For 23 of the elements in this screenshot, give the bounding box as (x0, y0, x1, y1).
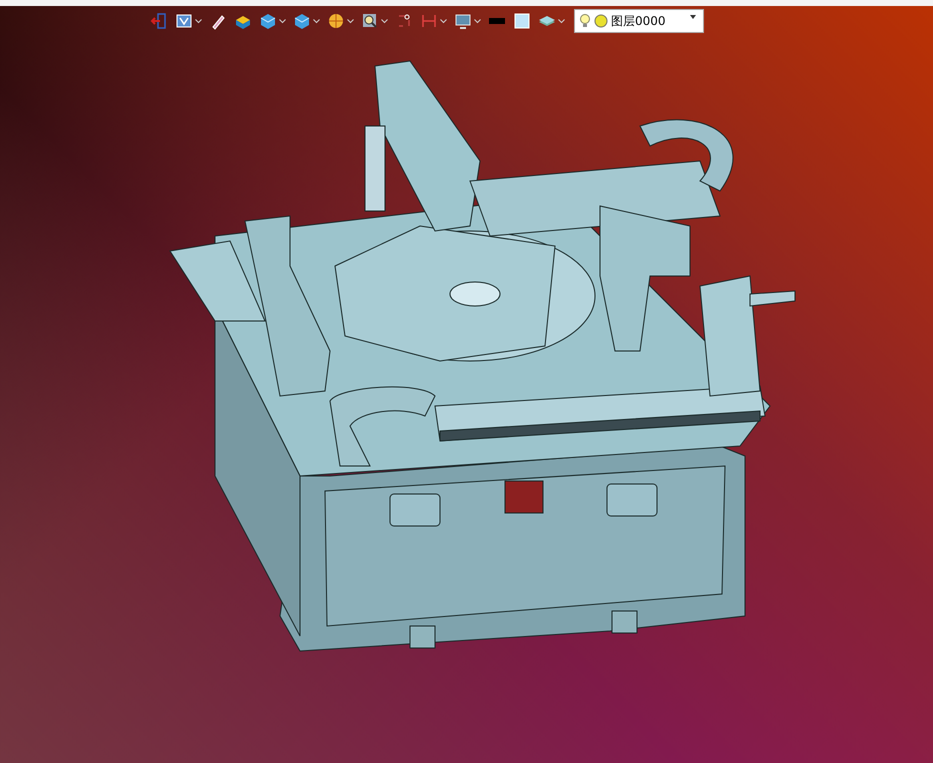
cube-icon (259, 12, 277, 30)
sun-icon (327, 12, 345, 30)
caret-icon (689, 15, 697, 20)
view-icon (175, 12, 193, 30)
caret-icon (440, 18, 447, 24)
monitor-icon (454, 12, 472, 30)
caret-icon (381, 18, 388, 24)
caret-icon (558, 18, 565, 24)
zoom-icon (361, 12, 379, 30)
lightbulb-icon (579, 13, 591, 29)
caret-icon (313, 18, 320, 24)
circle-icon (594, 14, 608, 28)
layer-dropdown[interactable]: 图层0000 (574, 9, 704, 33)
caret-icon (347, 18, 354, 24)
caret-icon (474, 18, 481, 24)
line-color-icon (489, 18, 505, 24)
dimension-icon (420, 12, 438, 30)
layer-name: 图层0000 (611, 12, 667, 30)
exit-icon (150, 12, 168, 30)
cube-icon (293, 12, 311, 30)
caret-icon (279, 18, 286, 24)
caret-icon (195, 18, 202, 24)
fill-color-icon (513, 12, 531, 30)
